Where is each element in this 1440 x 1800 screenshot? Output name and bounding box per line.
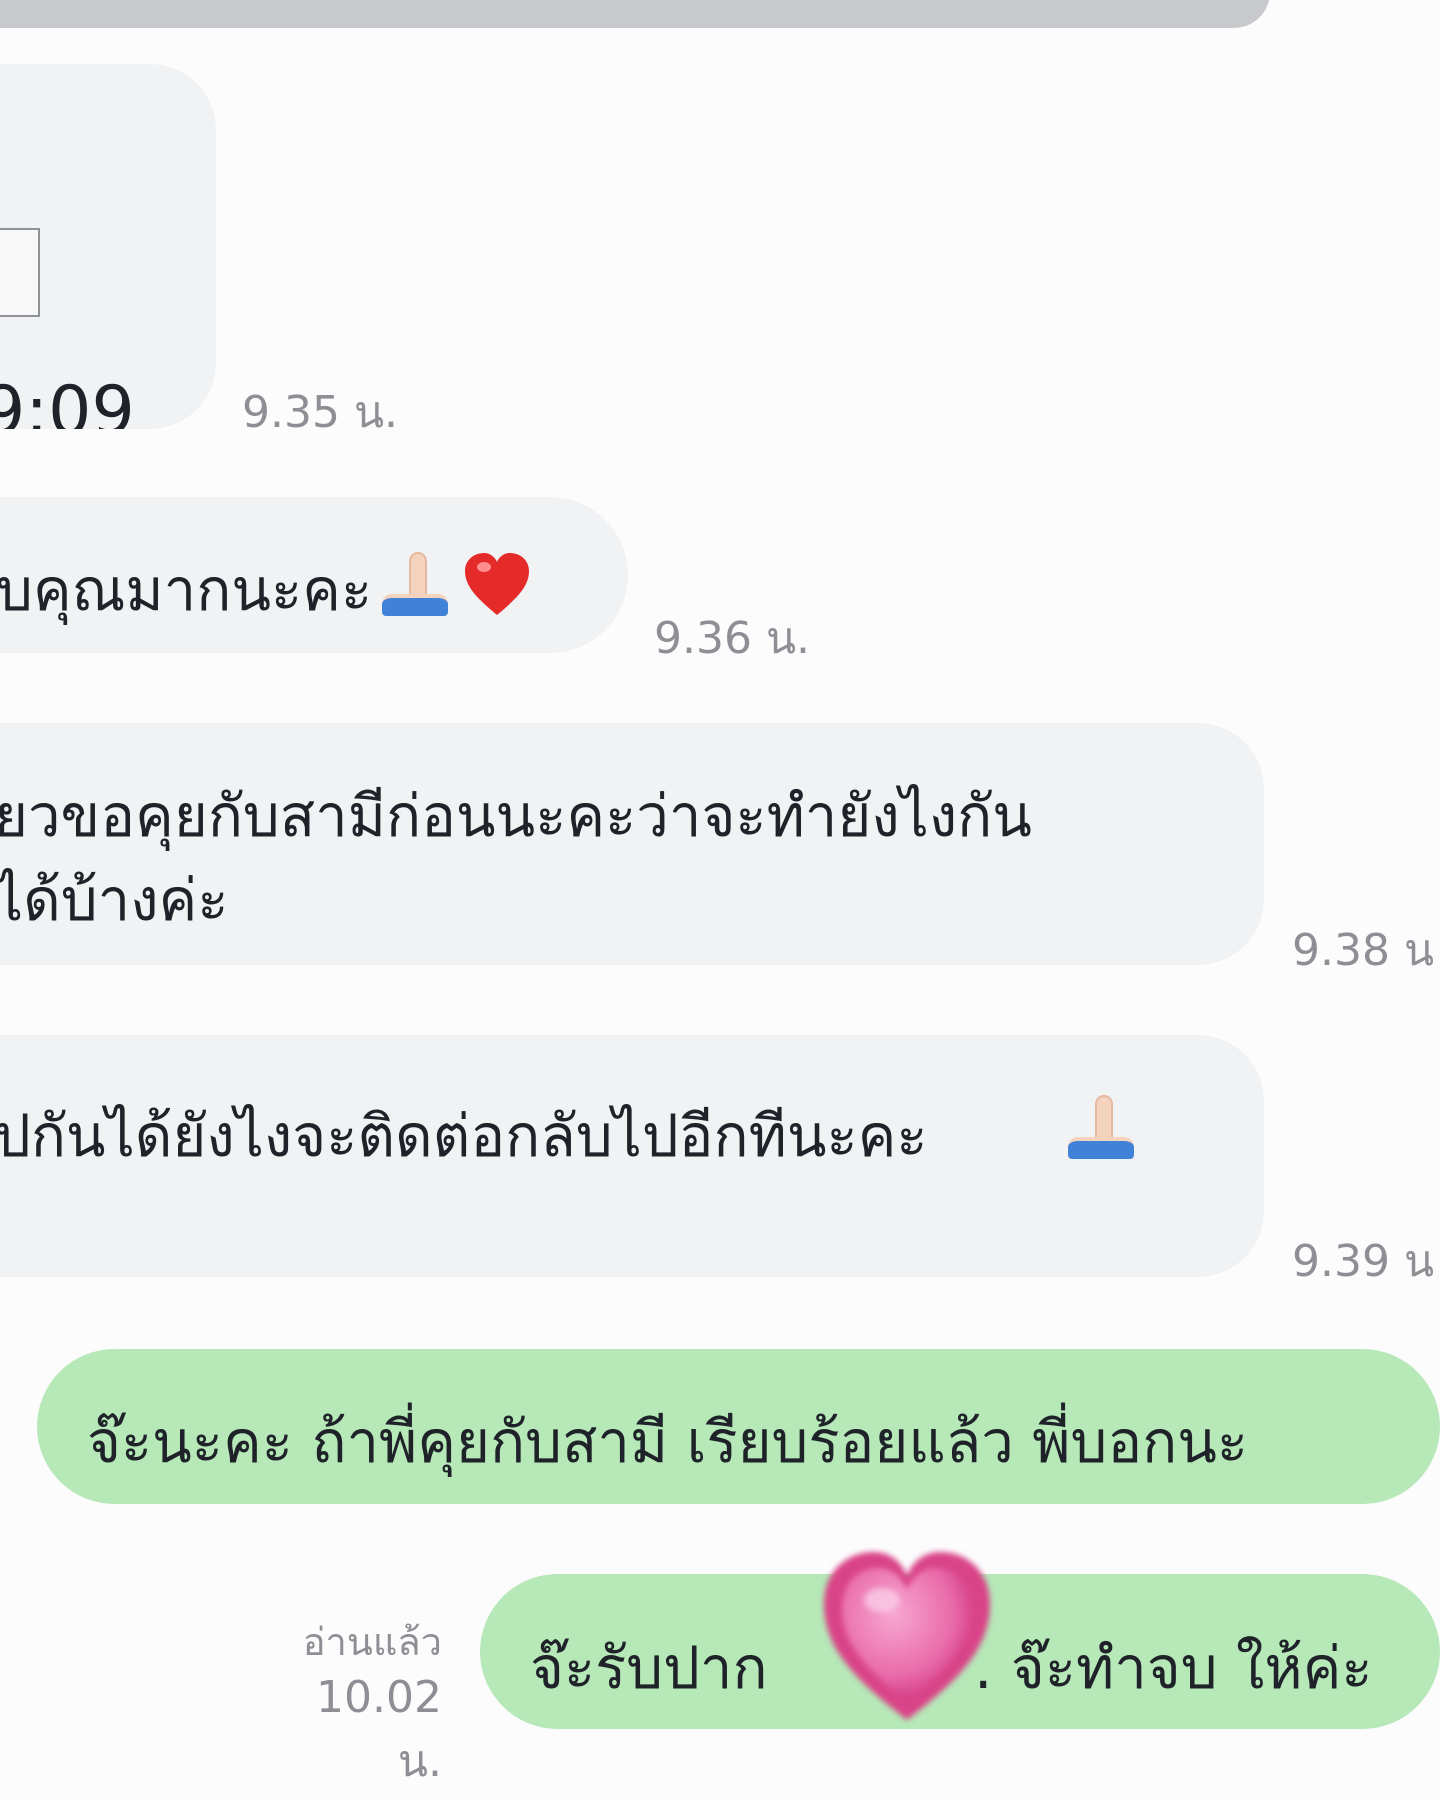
heart-icon	[460, 549, 534, 619]
message-2-text: บคุณมากนะคะ	[0, 556, 373, 624]
message-bubble-2[interactable]: บคุณมากนะคะ	[0, 497, 628, 653]
message-6-time: 10.02 น.	[316, 1672, 442, 1787]
message-bubble-4[interactable]: ปกันได้ยังไงจะติดต่อกลับไปอีกทีนะคะ	[0, 1035, 1264, 1277]
image-placeholder-icon	[0, 228, 40, 317]
praying-hands-icon	[1064, 1089, 1140, 1161]
message-4-time: 9.39 น	[1292, 1236, 1435, 1287]
blurred-heart-sticker-icon	[812, 1542, 1002, 1727]
message-2-time: 9.36 น.	[654, 613, 811, 664]
message-1-time: 9.35 น.	[242, 387, 399, 438]
chat-thread: 9:09 9.35 น. บคุณมากนะคะ 9.36 น. ยวขอคุย…	[0, 0, 1440, 1800]
message-bubble-3[interactable]: ยวขอคุยกับสามีก่อนนะคะว่าจะทำยังไงกัน ได…	[0, 723, 1264, 965]
message-3-time: 9.38 น	[1292, 925, 1435, 976]
top-banner	[0, 0, 1270, 28]
message-bubble-1[interactable]: 9:09	[0, 64, 216, 429]
read-label: อ่านแล้ว	[302, 1620, 442, 1664]
message-bubble-5[interactable]: จ๊ะนะคะ ถ้าพี่คุยกับสามี เรียบร้อยแล้ว พ…	[37, 1349, 1440, 1504]
message-6-text-part-1: จ๊ะรับปาก	[530, 1634, 768, 1702]
read-status: อ่านแล้ว 10.02 น.	[260, 1618, 442, 1794]
message-6-text-part-2: . จ๊ะทำจบ ให้ค่ะ	[974, 1634, 1373, 1702]
message-1-text: 9:09	[0, 372, 135, 429]
message-4-text: ปกันได้ยังไงจะติดต่อกลับไปอีกทีนะคะ	[0, 1102, 928, 1170]
message-3-line-2: ได้บ้างค่ะ	[0, 866, 229, 934]
message-3-line-1: ยวขอคุยกับสามีก่อนนะคะว่าจะทำยังไงกัน	[0, 782, 1032, 850]
message-5-text: จ๊ะนะคะ ถ้าพี่คุยกับสามี เรียบร้อยแล้ว พ…	[87, 1408, 1249, 1476]
praying-hands-icon	[378, 546, 454, 618]
